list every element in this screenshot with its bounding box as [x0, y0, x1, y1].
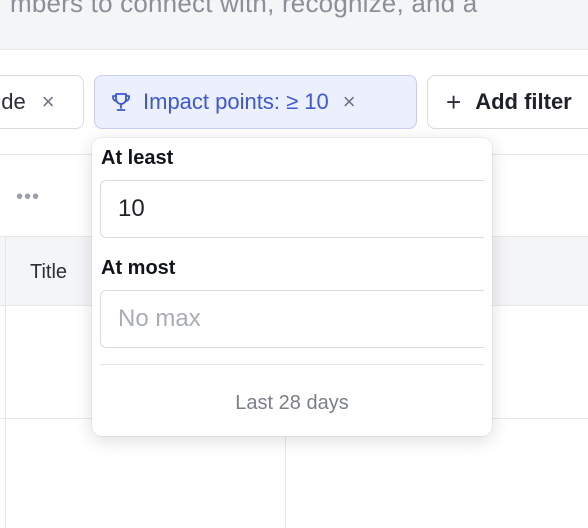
min-value-input[interactable]	[100, 180, 484, 238]
exclude-filter-label: ude	[0, 89, 26, 114]
page-subtitle: mbers to connect with, recognize, and a	[10, 0, 478, 18]
popover-divider	[100, 364, 484, 365]
trophy-icon	[109, 90, 133, 114]
column-divider	[5, 236, 6, 528]
min-label: At least	[101, 147, 174, 169]
impact-points-filter-label: Impact points: ≥ 10	[143, 89, 329, 114]
close-icon[interactable]: ×	[42, 91, 55, 113]
impact-points-filter-chip[interactable]: Impact points: ≥ 10 ×	[94, 75, 417, 129]
max-label: At most	[101, 257, 176, 279]
time-range-label: Last 28 days	[235, 392, 349, 414]
page-header: mbers to connect with, recognize, and a	[0, 0, 588, 50]
more-options-icon[interactable]: •••	[16, 186, 40, 209]
exclude-filter-chip[interactable]: ude ×	[0, 75, 84, 129]
close-icon[interactable]: ×	[343, 91, 356, 113]
impact-points-range-popover: At least At most Last 28 days	[92, 138, 492, 436]
plus-icon: +	[446, 87, 462, 117]
add-filter-label: Add filter	[475, 89, 572, 114]
add-filter-button[interactable]: + Add filter	[427, 75, 588, 129]
max-value-input[interactable]	[100, 290, 484, 348]
column-header-title[interactable]: Title	[30, 261, 67, 284]
